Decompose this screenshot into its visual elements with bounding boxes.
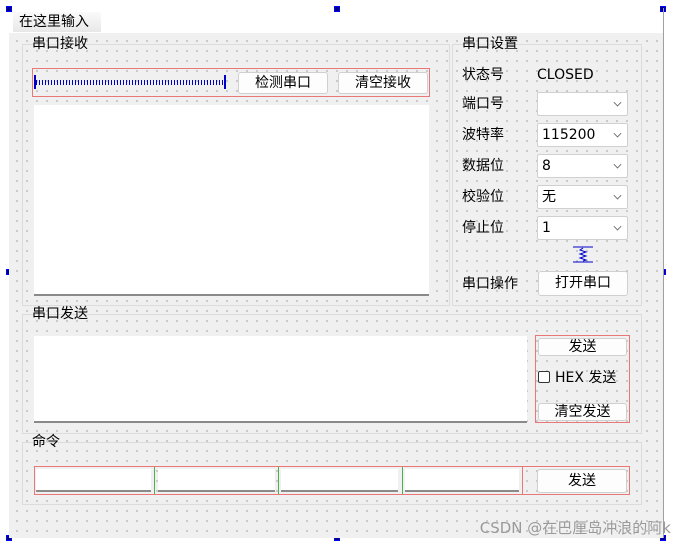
- form-border: [663, 8, 664, 538]
- receive-group-title: 串口接收: [32, 36, 88, 52]
- hex-send-checkbox[interactable]: [538, 371, 550, 383]
- open-port-button[interactable]: 打开串口: [538, 271, 628, 296]
- status-label: 状态号: [462, 67, 504, 83]
- receive-textarea[interactable]: [34, 105, 429, 296]
- command-send-button[interactable]: 发送: [537, 469, 627, 493]
- databits-combobox[interactable]: 8: [537, 154, 628, 178]
- form-canvas: 串口接收 检测串口 清空接收 串口设置 状态号 CLOSED 端口号 波特率 1…: [9, 33, 663, 538]
- detect-port-button[interactable]: 检测串口: [238, 72, 328, 94]
- command-group-title: 命令: [32, 434, 60, 450]
- watermark: CSDN @在巴厘岛冲浪的阿k: [479, 519, 671, 537]
- databits-value: 8: [542, 158, 551, 174]
- splitter-handle[interactable]: [402, 467, 403, 494]
- chevron-down-icon: [613, 160, 622, 169]
- baud-label: 波特率: [462, 127, 504, 143]
- chevron-down-icon: [613, 98, 622, 107]
- port-label: 端口号: [462, 96, 504, 112]
- stopbits-value: 1: [542, 220, 551, 236]
- receive-toolbar-layout: 检测串口 清空接收: [32, 68, 430, 97]
- port-combobox[interactable]: [537, 92, 628, 116]
- hex-send-label[interactable]: HEX 发送: [555, 368, 616, 388]
- chevron-down-icon: [613, 129, 622, 138]
- command-input-1[interactable]: [36, 469, 151, 492]
- horizontal-spacer: [34, 75, 226, 89]
- clear-receive-button[interactable]: 清空接收: [338, 72, 428, 94]
- databits-label: 数据位: [462, 158, 504, 174]
- baud-value: 115200: [542, 127, 596, 143]
- splitter-handle[interactable]: [154, 467, 155, 494]
- operation-label: 串口操作: [462, 276, 518, 292]
- resize-handle-top-left[interactable]: [6, 6, 12, 12]
- status-value: CLOSED: [537, 67, 594, 83]
- stopbits-label: 停止位: [462, 220, 504, 236]
- baud-combobox[interactable]: 115200: [537, 123, 628, 147]
- command-input-3[interactable]: [281, 469, 398, 492]
- vertical-spacer-icon: [572, 246, 594, 263]
- send-group-title: 串口发送: [32, 306, 88, 322]
- command-inputs-layout: 发送: [34, 466, 630, 495]
- stopbits-combobox[interactable]: 1: [537, 216, 628, 240]
- command-input-2[interactable]: [158, 469, 275, 492]
- resize-handle-top-middle[interactable]: [334, 6, 340, 12]
- splitter-handle[interactable]: [278, 467, 279, 494]
- settings-group-title: 串口设置: [462, 36, 518, 52]
- parity-combobox[interactable]: 无: [537, 185, 628, 209]
- chevron-down-icon: [613, 191, 622, 200]
- parity-value: 无: [542, 189, 556, 205]
- menu-bar-placeholder[interactable]: 在这里输入: [13, 12, 101, 32]
- clear-send-button[interactable]: 清空发送: [538, 403, 627, 421]
- command-input-4[interactable]: [405, 469, 519, 492]
- send-button[interactable]: 发送: [538, 338, 627, 356]
- send-controls-layout: 发送 HEX 发送 清空发送: [535, 335, 630, 423]
- send-textarea[interactable]: [34, 336, 527, 423]
- chevron-down-icon: [613, 222, 622, 231]
- parity-label: 校验位: [462, 189, 504, 205]
